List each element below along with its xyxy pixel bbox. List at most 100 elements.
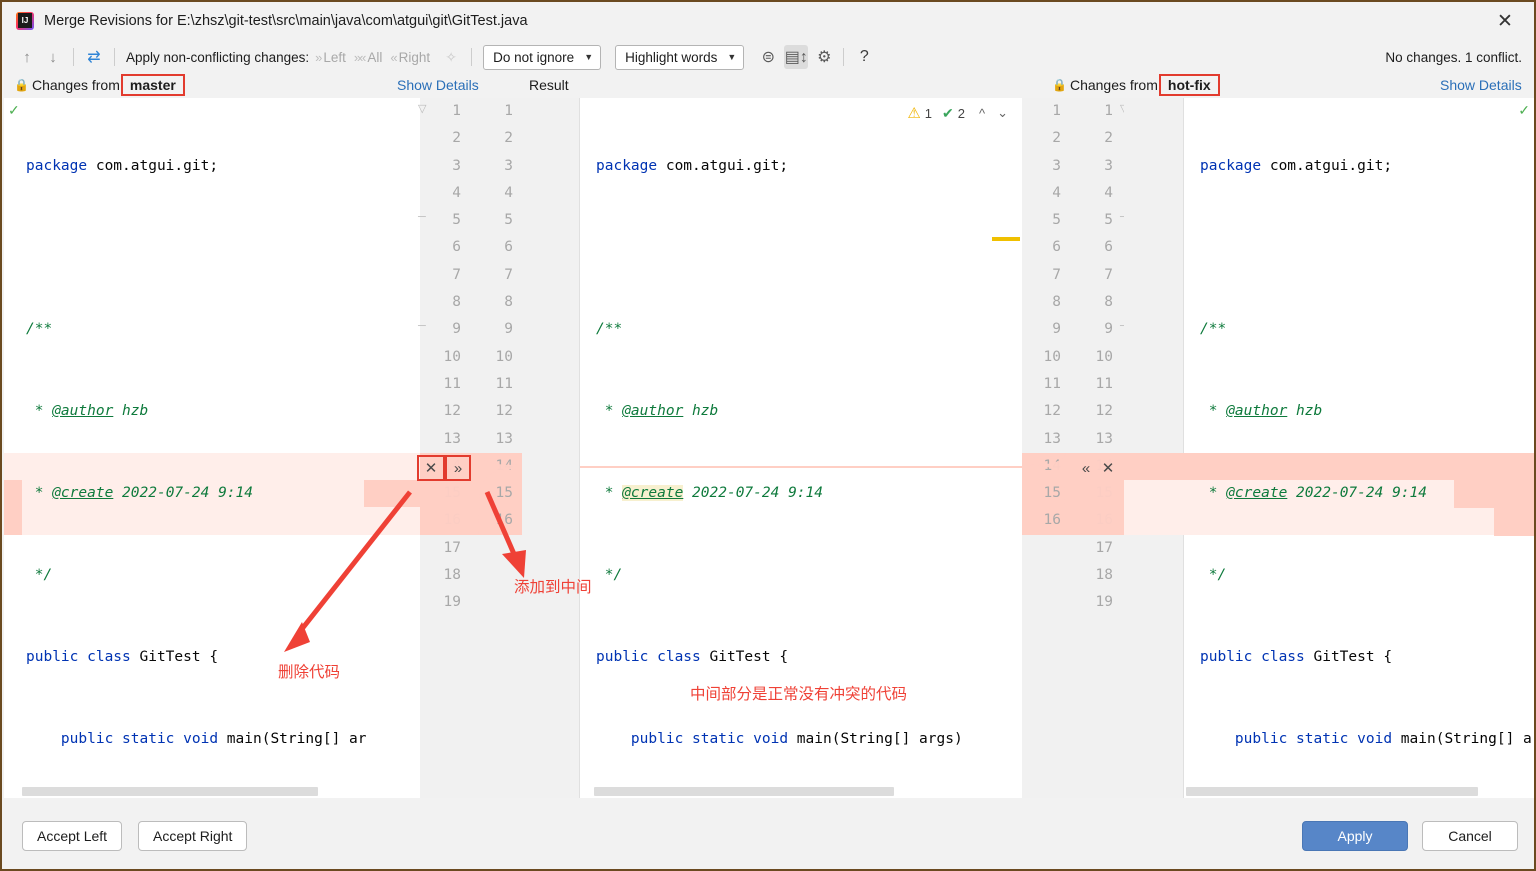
code-line: package com.atgui.git;	[596, 157, 789, 174]
left-code[interactable]: package com.atgui.git; /** * @author hzb…	[4, 98, 420, 798]
highlight-policy-select[interactable]: Highlight words ▼	[615, 44, 745, 70]
toolbar-divider-2	[114, 48, 115, 66]
line-number: 3	[452, 157, 461, 174]
right-pane-header: 🔒 Changes from hot-fix	[1052, 72, 1220, 98]
right-code[interactable]: package com.atgui.git; /** * @author hzb…	[1124, 98, 1534, 798]
line-number: 17	[1095, 539, 1113, 556]
footer-bar: Accept Left Accept Right Apply Cancel	[4, 805, 1534, 867]
apply-button[interactable]: Apply	[1302, 821, 1408, 851]
line-number: 15	[1095, 485, 1113, 502]
right-hscroll-thumb[interactable]	[1186, 787, 1478, 796]
result-hscrollbar[interactable]	[582, 787, 1016, 796]
code-line: /**	[26, 321, 53, 338]
arrow-up-icon[interactable]: ↑	[14, 44, 40, 70]
apply-left-icon[interactable]: «	[1075, 455, 1097, 481]
line-number: 4	[452, 184, 461, 201]
left-center-gutter: 1 2 3 4 5 6 7 8 9 10 11 12 13 14 15 16 1…	[418, 98, 522, 798]
result-warning-stripe[interactable]	[992, 237, 1020, 241]
left-caption-prefix: Changes from	[31, 77, 120, 93]
code-line: * @create 2022-07-24 9:14	[596, 485, 823, 502]
line-number: 13	[1043, 430, 1061, 447]
result-hscroll-thumb[interactable]	[594, 787, 894, 796]
apply-left-button[interactable]: » Left	[315, 50, 346, 65]
chevron-up-icon[interactable]: ^	[979, 106, 985, 121]
line-number: 13	[495, 430, 513, 447]
right-show-details[interactable]: Show Details	[1440, 72, 1522, 98]
apply-right-label: Right	[398, 49, 431, 65]
help-icon[interactable]: ?	[851, 44, 877, 70]
line-number: 7	[1104, 266, 1113, 283]
line-number: 6	[1104, 239, 1113, 256]
line-number: 1	[504, 103, 513, 119]
code-line: */	[596, 567, 623, 584]
collapse-unchanged-icon[interactable]: ⊜	[756, 45, 780, 69]
code-line: public class GitTest {	[1200, 648, 1393, 665]
line-number: 15	[443, 485, 461, 502]
chevron-both-icon: »«	[353, 49, 367, 65]
code-line: public static void main(String[] args	[1234, 730, 1534, 747]
merge-revisions-window: Merge Revisions for E:\zhsz\git-test\src…	[0, 0, 1536, 871]
close-icon[interactable]: ✕	[1482, 2, 1528, 40]
line-number: 1	[1052, 103, 1061, 119]
right-hscrollbar[interactable]	[1186, 787, 1534, 796]
left-show-details[interactable]: Show Details	[397, 72, 479, 98]
line-number: 19	[443, 594, 461, 611]
revert-x-icon[interactable]: ✕	[1097, 455, 1119, 481]
line-number: 16	[1095, 512, 1113, 529]
apply-nonconflicting-label: Apply non-conflicting changes:	[126, 49, 310, 65]
inspection-ok-icon: ✓	[1518, 102, 1530, 118]
line-number: 9	[504, 321, 513, 338]
left-editor-pane[interactable]: package com.atgui.git; /** * @author hzb…	[4, 98, 420, 798]
check-count: 2	[957, 105, 965, 121]
gear-icon[interactable]: ⚙	[812, 45, 836, 69]
chevron-down-icon: ▼	[727, 52, 737, 62]
line-number: 9	[452, 321, 461, 338]
revert-x-icon[interactable]: ✕	[417, 455, 445, 481]
right-editor-pane[interactable]: package com.atgui.git; /** * @author hzb…	[1124, 98, 1534, 798]
right-caption-prefix: Changes from	[1069, 77, 1158, 93]
left-hscroll-thumb[interactable]	[22, 787, 318, 796]
line-number: 4	[1052, 184, 1061, 201]
line-number: 3	[1052, 157, 1061, 174]
left-branch-name: master	[120, 74, 185, 96]
line-number: 18	[443, 567, 461, 584]
inspection-widget[interactable]: ⚠ 1 ✔ 2 ^ ⌄	[907, 104, 1008, 123]
line-number: 3	[504, 157, 513, 174]
left-file-line-numbers: 1 2 3 4 5 6 7 8 9 10 11 12 13 14 15 16 1…	[420, 98, 470, 798]
conflict-status: No changes. 1 conflict.	[1385, 49, 1522, 65]
arrow-down-icon[interactable]: ↓	[40, 44, 66, 70]
line-number: 14	[1043, 457, 1061, 474]
accept-left-button[interactable]: Accept Left	[22, 821, 123, 851]
accept-right-button[interactable]: Accept Right	[138, 821, 248, 851]
line-number: 8	[1104, 294, 1113, 311]
chevron-right-double-icon: »	[315, 49, 322, 65]
apply-all-button[interactable]: »« All	[354, 50, 382, 65]
ignore-policy-select[interactable]: Do not ignore ▼	[483, 44, 602, 70]
result-line-numbers-right: 1 2 3 4 5 6 7 8 9 10 11 12 13 14 15 16	[1020, 98, 1070, 798]
apply-right-icon[interactable]: »	[445, 455, 471, 481]
sync-scroll-icon[interactable]: ▤↕	[784, 45, 809, 69]
left-hscrollbar[interactable]	[22, 787, 418, 796]
code-line: * @author hzb	[596, 403, 719, 420]
code-line: package com.atgui.git;	[1200, 157, 1393, 174]
line-number: 5	[452, 212, 461, 229]
code-line: */	[1200, 567, 1227, 584]
line-number: 2	[1052, 130, 1061, 147]
line-number: 5	[1104, 212, 1113, 229]
line-number: 8	[504, 294, 513, 311]
merge-arrows-icon[interactable]: ⇄	[81, 44, 107, 70]
line-number: 9	[1052, 321, 1061, 338]
chevron-down-icon[interactable]: ⌄	[997, 105, 1008, 121]
line-number: 12	[443, 403, 461, 420]
code-line: public static void main(String[] ar	[60, 730, 367, 747]
chevron-down-icon: ▼	[584, 52, 594, 62]
line-number: 11	[443, 375, 461, 392]
line-number: 10	[495, 348, 513, 365]
magic-wand-icon[interactable]: ✧	[438, 44, 464, 70]
line-number: 4	[504, 184, 513, 201]
cancel-button[interactable]: Cancel	[1422, 821, 1518, 851]
apply-right-button[interactable]: « Right	[390, 50, 430, 65]
annotation-add-to-middle: 添加到中间	[514, 578, 592, 596]
code-line: public class GitTest {	[596, 648, 789, 665]
